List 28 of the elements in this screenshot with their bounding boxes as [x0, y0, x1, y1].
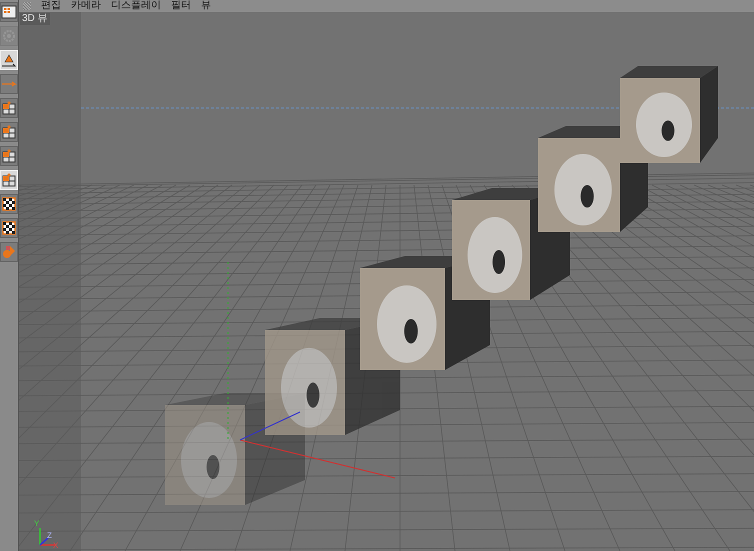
menu-item[interactable]: 디스플레이 [111, 1, 161, 11]
menu-item[interactable]: 편집 [41, 1, 61, 11]
tool-button[interactable] [0, 218, 18, 238]
layout-icon [1, 4, 17, 20]
grid-icon [1, 148, 17, 164]
tool-button[interactable] [0, 146, 18, 166]
checkerboard-icon [1, 220, 17, 236]
tool-button[interactable] [0, 2, 18, 22]
grid-icon [1, 124, 17, 140]
shapes-icon [1, 244, 17, 260]
axis-label: Z [47, 531, 52, 540]
checkerboard-icon [1, 196, 17, 212]
menu-item[interactable]: 필터 [171, 1, 191, 11]
tool-button[interactable] [0, 122, 18, 142]
viewport-title: 3D 뷰 [20, 13, 50, 25]
grid-icon [1, 100, 17, 116]
menu-item[interactable]: 카메라 [71, 1, 101, 11]
tool-button[interactable] [0, 194, 18, 214]
grid-icon [1, 172, 17, 188]
grip-icon [23, 2, 31, 10]
axis-label: Y [34, 519, 40, 528]
tool-button[interactable] [0, 98, 18, 118]
axis-label: X [53, 541, 58, 550]
gear-icon [1, 28, 17, 44]
axis-gizmo-icon [39, 528, 55, 546]
cone-icon [1, 52, 17, 68]
menu-item[interactable]: 뷰 [201, 1, 211, 11]
z-axis-line [240, 412, 300, 440]
